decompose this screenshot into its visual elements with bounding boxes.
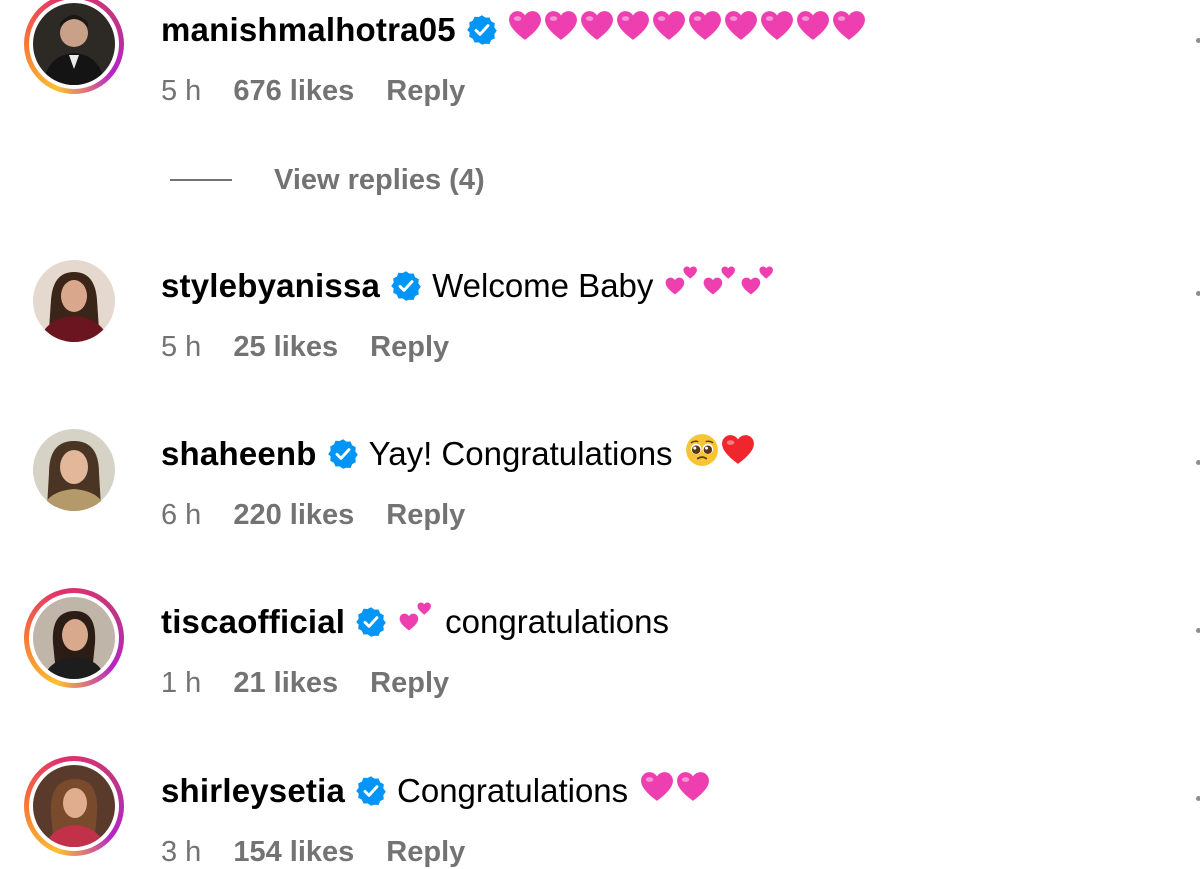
pink-heart-icon	[676, 770, 710, 813]
verified-badge-icon	[355, 606, 387, 638]
comment-likes[interactable]: 676 likes	[233, 73, 354, 109]
avatar	[33, 765, 115, 847]
pink-heart-icon	[724, 9, 758, 52]
pink-heart-icon	[832, 9, 866, 52]
comment-username[interactable]: tiscaofficial	[161, 602, 345, 642]
avatar-story-ring[interactable]	[24, 756, 124, 856]
more-options-icon[interactable]	[1196, 460, 1200, 465]
comment-text: Yay! Congratulations	[368, 434, 673, 472]
reply-button[interactable]: Reply	[386, 73, 465, 109]
more-options-icon[interactable]	[1196, 628, 1200, 633]
pink-heart-icon	[760, 9, 794, 52]
reply-button[interactable]: Reply	[370, 665, 449, 701]
avatar-wrap[interactable]	[24, 251, 124, 351]
view-replies-label: View replies (4)	[274, 164, 485, 196]
comment-likes[interactable]: 25 likes	[233, 329, 338, 365]
comment-text: congratulations	[445, 602, 669, 640]
avatar	[33, 260, 115, 342]
verified-badge-icon	[355, 775, 387, 807]
red-heart-icon	[721, 433, 755, 476]
comment-timestamp: 1 h	[161, 667, 202, 699]
avatar-story-ring[interactable]	[24, 0, 124, 94]
view-replies-divider	[170, 179, 232, 181]
verified-badge-icon	[327, 438, 359, 470]
two-hearts-icon	[663, 265, 699, 308]
comment-username[interactable]: shaheenb	[161, 434, 317, 474]
comment-timestamp: 3 h	[161, 836, 202, 868]
comment-item: tiscaofficial congratulations 1 h 21 lik…	[0, 588, 1200, 708]
more-options-icon[interactable]	[1196, 38, 1200, 43]
comment-item: shaheenb Yay! Congratulations 6 h 220 li…	[0, 420, 1200, 540]
pink-heart-icon	[640, 770, 674, 813]
comment-item: stylebyanissa Welcome Baby 5 h 25 likes …	[0, 251, 1200, 371]
more-options-icon[interactable]	[1196, 796, 1200, 801]
pink-heart-icon	[652, 9, 686, 52]
comment-item: manishmalhotra05 5 h 676 likes Reply	[0, 0, 1200, 120]
two-hearts-icon	[397, 601, 433, 644]
two-hearts-icon	[701, 265, 737, 308]
pleading-face-icon	[685, 433, 719, 476]
pink-heart-icon	[796, 9, 830, 52]
comment-username[interactable]: shirleysetia	[161, 771, 345, 811]
avatar-wrap[interactable]	[24, 420, 124, 520]
reply-button[interactable]: Reply	[386, 497, 465, 533]
pink-heart-icon	[688, 9, 722, 52]
pink-heart-icon	[508, 9, 542, 52]
avatar-story-ring[interactable]	[24, 588, 124, 688]
comment-emoji	[663, 264, 777, 308]
comment-timestamp: 5 h	[161, 331, 202, 363]
more-options-icon[interactable]	[1196, 291, 1200, 296]
comment-username[interactable]: stylebyanissa	[161, 266, 380, 306]
comments-list: manishmalhotra05 5 h 676 likes Reply Vie…	[0, 0, 1200, 869]
comment-username[interactable]: manishmalhotra05	[161, 10, 456, 50]
comment-likes[interactable]: 220 likes	[233, 497, 354, 533]
verified-badge-icon	[466, 14, 498, 46]
comment-text: Welcome Baby	[432, 266, 654, 304]
verified-badge-icon	[390, 270, 422, 302]
pink-heart-icon	[580, 9, 614, 52]
comment-likes[interactable]: 154 likes	[233, 834, 354, 869]
comment-text: Congratulations	[397, 771, 629, 809]
reply-button[interactable]: Reply	[386, 834, 465, 869]
view-replies-button[interactable]: View replies (4)	[170, 162, 485, 198]
comment-likes[interactable]: 21 likes	[233, 665, 338, 701]
reply-button[interactable]: Reply	[370, 329, 449, 365]
avatar	[33, 3, 115, 85]
comment-emoji	[397, 600, 435, 644]
avatar	[33, 429, 115, 511]
comment-emoji	[508, 8, 868, 52]
comment-emoji	[685, 432, 757, 476]
pink-heart-icon	[616, 9, 650, 52]
avatar	[33, 597, 115, 679]
comment-timestamp: 6 h	[161, 499, 202, 531]
comment-timestamp: 5 h	[161, 75, 202, 107]
comment-emoji	[640, 769, 712, 813]
two-hearts-icon	[739, 265, 775, 308]
pink-heart-icon	[544, 9, 578, 52]
comment-item: shirleysetia Congratulations 3 h 154 lik…	[0, 756, 1200, 869]
